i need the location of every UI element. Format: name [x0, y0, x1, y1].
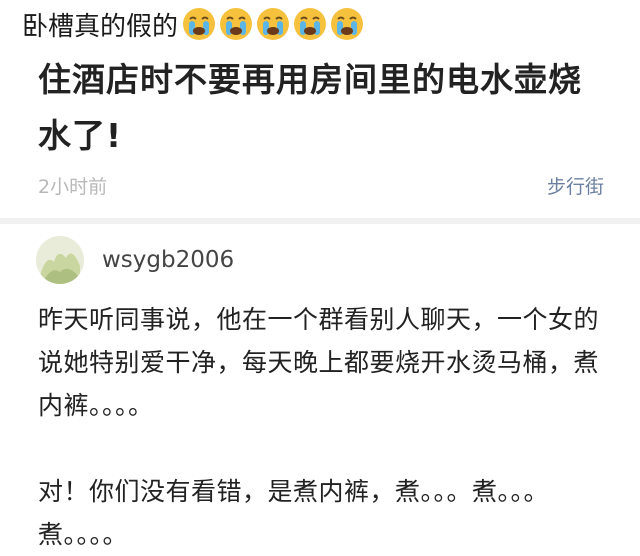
post-title[interactable]: 住酒店时不要再用房间里的电水壶烧水了!	[38, 52, 598, 164]
crying-face-icon	[257, 8, 290, 40]
crying-face-icon	[294, 8, 327, 40]
section-divider	[0, 218, 640, 224]
post-meta: 2小时前 步行街	[38, 170, 604, 200]
caption-line: 卧槽真的假的	[22, 6, 367, 42]
post-source-link[interactable]: 步行街	[547, 172, 604, 199]
comment-body: 昨天听同事说，他在一个群看别人聊天，一个女的说她特别爱干净，每天晚上都要烧开水烫…	[38, 298, 618, 556]
avatar-image	[36, 236, 84, 284]
comment-paragraph-1: 昨天听同事说，他在一个群看别人聊天，一个女的说她特别爱干净，每天晚上都要烧开水烫…	[38, 305, 600, 420]
crying-face-icon	[331, 8, 364, 40]
crying-face-icon	[183, 8, 216, 40]
emoji-row	[182, 7, 367, 41]
comment-header: wsygb2006	[36, 236, 234, 284]
comment-username[interactable]: wsygb2006	[102, 247, 234, 273]
comment-paragraph-2: 对！你们没有看错，是煮内裤，煮。。。煮。。。煮。。。。	[38, 477, 550, 549]
crying-face-icon	[220, 8, 253, 40]
caption-text: 卧槽真的假的	[22, 11, 179, 42]
avatar[interactable]	[36, 236, 84, 284]
post-time: 2小时前	[38, 175, 108, 198]
